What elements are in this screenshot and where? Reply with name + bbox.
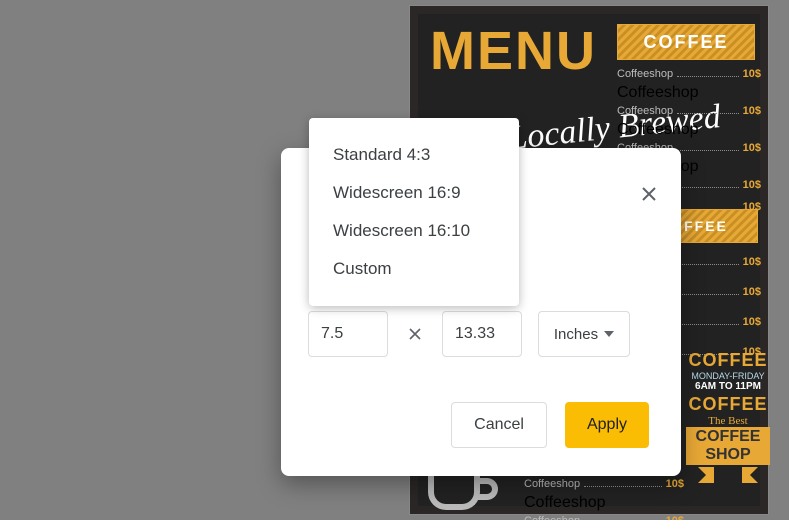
apply-button[interactable]: Apply [565,402,649,448]
promo-shop: COFFEE SHOP [686,427,770,465]
height-input[interactable] [442,311,522,357]
menu-list-3: Coffeeshop10$Coffeeshop Coffeeshop10$Cof… [524,478,684,520]
multiply-icon [404,323,426,345]
promo-hours: 6AM TO 11PM [686,381,770,392]
size-option-custom[interactable]: Custom [309,250,519,288]
size-option-widescreen-16-9[interactable]: Widescreen 16:9 [309,174,519,212]
promo-coffee-1: COFFEE [686,350,770,371]
menu-item-price: 10$ [743,68,761,80]
size-dropdown-menu: Standard 4:3 Widescreen 16:9 Widescreen … [309,118,519,306]
dimensions-row: Inches [308,311,630,357]
promo-the-best: The Best [686,415,770,427]
caret-down-icon [604,331,614,337]
promo-days: MONDAY-FRIDAY [686,371,770,381]
width-input[interactable] [308,311,388,357]
menu-item-sub: Coffeeshop [617,84,761,102]
ribbon-icon [692,467,764,483]
cancel-button[interactable]: Cancel [451,402,547,448]
size-option-widescreen-16-10[interactable]: Widescreen 16:10 [309,212,519,250]
coffee-cup-icon [428,470,502,520]
units-dropdown[interactable]: Inches [538,311,630,357]
dialog-actions: Cancel Apply [451,402,649,448]
menu-item-name: Coffeeshop [617,68,673,80]
close-button[interactable] [635,180,663,208]
menu-title: MENU [430,20,597,82]
units-label: Inches [554,326,598,343]
size-option-standard-4-3[interactable]: Standard 4:3 [309,136,519,174]
section-header-coffee: COFFEE [617,24,755,60]
promo-coffee-2: COFFEE [686,394,770,415]
close-icon [641,186,657,202]
promo-block: COFFEE MONDAY-FRIDAY 6AM TO 11PM COFFEE … [686,350,770,483]
